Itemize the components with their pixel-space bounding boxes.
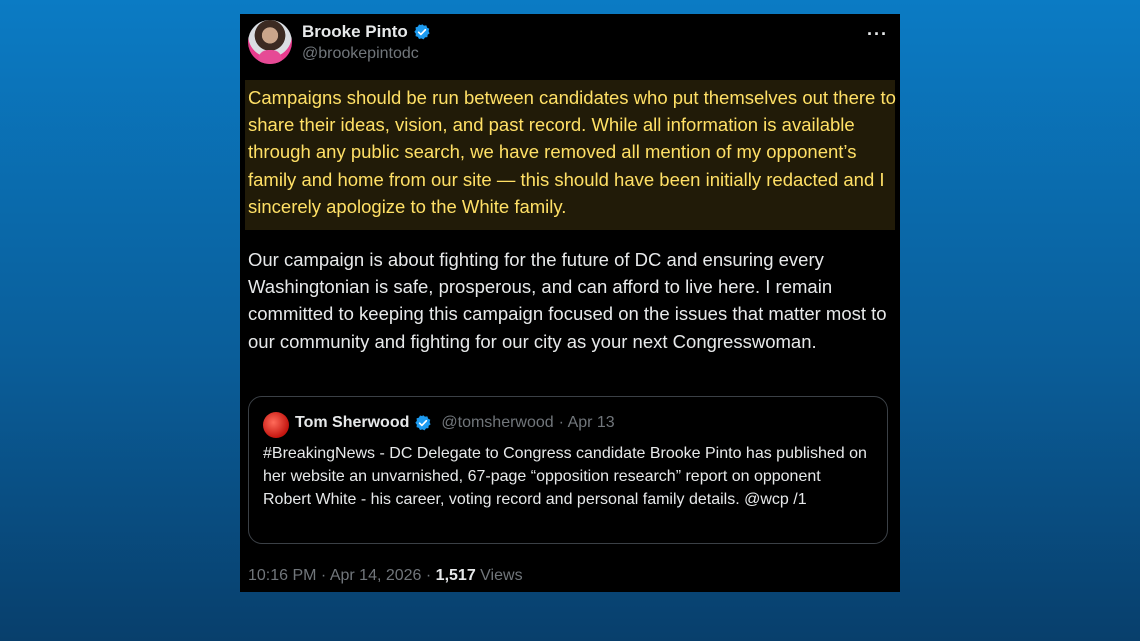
views-count: 1,517: [435, 567, 476, 584]
verified-badge-icon: [415, 415, 431, 431]
quoted-author-handle[interactable]: @tomsherwood: [441, 414, 553, 432]
tweet-body-text: Our campaign is about fighting for the f…: [248, 249, 887, 352]
quoted-author-name[interactable]: Tom Sherwood: [295, 414, 409, 432]
author-name[interactable]: Brooke Pinto: [302, 22, 408, 42]
quoted-author-avatar[interactable]: [263, 412, 289, 438]
quoted-tweet-date[interactable]: · Apr 13: [559, 414, 615, 432]
verified-badge-icon: [414, 24, 430, 40]
author-handle[interactable]: @brookepintodc: [302, 45, 419, 63]
author-avatar[interactable]: [248, 20, 292, 64]
author-name-row: Brooke Pinto: [302, 22, 431, 42]
quoted-tweet-header: Tom Sherwood @tomsherwood · Apr 13: [295, 414, 615, 432]
quoted-tweet-text: #BreakingNews - DC Delegate to Congress …: [263, 445, 867, 508]
tweet-card: Brooke Pinto @brookepintodc ··· Campaign…: [240, 14, 900, 592]
views-label: Views: [480, 567, 523, 584]
tweet-highlighted-text: Campaigns should be run between candidat…: [248, 87, 896, 217]
more-options-icon[interactable]: ···: [867, 24, 888, 45]
tweet-timestamp[interactable]: 10:16 PM · Apr 14, 2026 ·: [248, 567, 431, 584]
tweet-footer: 10:16 PM · Apr 14, 2026 · 1,517 Views: [248, 567, 523, 585]
quoted-tweet[interactable]: Tom Sherwood @tomsherwood · Apr 13 #Brea…: [248, 396, 888, 544]
